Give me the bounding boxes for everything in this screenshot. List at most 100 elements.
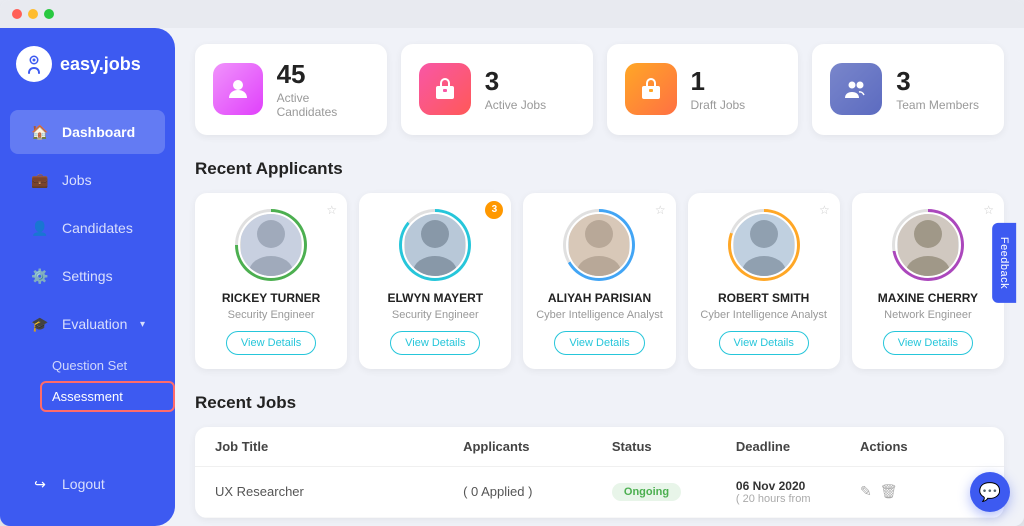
chevron-down-icon: ▾ — [140, 319, 145, 330]
applicant-card-4: ☆ Maxine Cherry Network Engineer View De… — [852, 193, 1004, 369]
avatar-2 — [566, 212, 632, 278]
view-details-button-1[interactable]: View Details — [390, 331, 480, 355]
delete-icon[interactable]: 🗑 — [880, 483, 898, 500]
app-wrapper: easy.jobs 🏠 Dashboard 💼 Jobs 👤 Candidate… — [0, 0, 1024, 526]
sidebar-item-dashboard[interactable]: 🏠 Dashboard — [10, 110, 165, 154]
applicant-name-2: Aliyah Parisian — [548, 291, 651, 305]
avatar-wrap-1 — [399, 209, 471, 281]
recent-applicants-title: Recent Applicants — [195, 159, 1004, 179]
stat-number-draft-jobs: 1 — [691, 67, 746, 96]
draft-jobs-icon — [625, 63, 677, 115]
stat-label-draft-jobs: Draft Jobs — [691, 98, 746, 112]
col-deadline: Deadline — [736, 439, 860, 454]
evaluation-icon: 🎓 — [30, 314, 50, 334]
avatar-wrap-2 — [563, 209, 635, 281]
star-icon-0: ☆ — [326, 203, 337, 217]
col-job-title: Job Title — [215, 439, 463, 454]
chat-icon: 💬 — [979, 482, 1001, 503]
col-actions: Actions — [860, 439, 984, 454]
avatar-1 — [402, 212, 468, 278]
sidebar-item-jobs[interactable]: 💼 Jobs — [10, 158, 165, 202]
col-status: Status — [612, 439, 736, 454]
avatar-wrap-0 — [235, 209, 307, 281]
minimize-dot[interactable] — [28, 9, 38, 19]
applicant-card-2: ☆ Aliyah Parisian Cyber Intelligence Ana… — [523, 193, 675, 369]
logo-text: easy.jobs — [60, 54, 141, 75]
table-header: Job Title Applicants Status Deadline Act… — [195, 427, 1004, 467]
applicant-role-2: Cyber Intelligence Analyst — [536, 309, 663, 321]
applicants-row: ☆ RICKEY TURNER Security Engineer View D… — [195, 193, 1004, 369]
sidebar: easy.jobs 🏠 Dashboard 💼 Jobs 👤 Candidate… — [0, 28, 175, 526]
sidebar-item-label: Settings — [62, 268, 113, 284]
applicant-name-0: RICKEY TURNER — [222, 291, 320, 305]
badge-1: 3 — [485, 201, 503, 219]
jobs-table: Job Title Applicants Status Deadline Act… — [195, 427, 1004, 518]
stat-number-team-members: 3 — [896, 67, 979, 96]
sidebar-item-candidates[interactable]: 👤 Candidates — [10, 206, 165, 250]
avatar-4 — [895, 212, 961, 278]
logo-icon — [16, 46, 52, 82]
view-details-button-2[interactable]: View Details — [554, 331, 644, 355]
stat-card-active-jobs: 3 Active Jobs — [401, 44, 593, 135]
stat-number-active-jobs: 3 — [485, 67, 546, 96]
logout-icon: ↪ — [30, 474, 50, 494]
sidebar-nav: 🏠 Dashboard 💼 Jobs 👤 Candidates ⚙️ Setti… — [0, 100, 175, 450]
jobs-icon: 💼 — [30, 170, 50, 190]
stat-label-active-candidates: Active Candidates — [277, 91, 369, 119]
stat-info-team-members: 3 Team Members — [896, 67, 979, 112]
stat-label-active-jobs: Active Jobs — [485, 98, 546, 112]
applicant-card-1: 3 Elwyn Mayert Security Engineer View De… — [359, 193, 511, 369]
status-badge: Ongoing — [612, 483, 681, 501]
stat-card-active-candidates: 45 Active Candidates — [195, 44, 387, 135]
view-details-button-3[interactable]: View Details — [719, 331, 809, 355]
table-row: UX Researcher ( 0 Applied ) Ongoing 06 N… — [195, 467, 1004, 518]
sidebar-item-question-set[interactable]: Question Set — [40, 350, 175, 381]
chat-fab[interactable]: 💬 — [970, 472, 1010, 512]
applicant-name-1: Elwyn Mayert — [388, 291, 484, 305]
applicant-role-3: Cyber Intelligence Analyst — [700, 309, 827, 321]
logout-button[interactable]: ↪ Logout — [10, 462, 165, 506]
stat-info-active-jobs: 3 Active Jobs — [485, 67, 546, 112]
logout-label: Logout — [62, 476, 105, 492]
home-icon: 🏠 — [30, 122, 50, 142]
stat-info-draft-jobs: 1 Draft Jobs — [691, 67, 746, 112]
stats-row: 45 Active Candidates 3 Active J — [195, 44, 1004, 135]
sidebar-item-evaluation[interactable]: 🎓 Evaluation ▾ — [10, 302, 165, 346]
sidebar-item-label: Candidates — [62, 220, 133, 236]
sidebar-item-label: Evaluation — [62, 316, 127, 332]
close-dot[interactable] — [12, 9, 22, 19]
avatar-3 — [731, 212, 797, 278]
star-icon-4: ☆ — [983, 203, 994, 217]
sidebar-bottom: ↪ Logout — [0, 450, 175, 526]
expand-dot[interactable] — [44, 9, 54, 19]
active-candidates-icon — [213, 63, 263, 115]
sidebar-item-assessment[interactable]: Assessment — [40, 381, 175, 412]
applicant-role-1: Security Engineer — [392, 309, 479, 321]
view-details-button-4[interactable]: View Details — [883, 331, 973, 355]
content-area: easy.jobs 🏠 Dashboard 💼 Jobs 👤 Candidate… — [0, 0, 1024, 526]
applicant-name-3: ROBERT SMITH — [718, 291, 809, 305]
candidates-icon: 👤 — [30, 218, 50, 238]
avatar-wrap-3 — [728, 209, 800, 281]
window-bar — [0, 0, 1024, 28]
feedback-tab[interactable]: Feedback — [992, 223, 1016, 303]
nav-sub-evaluation: Question Set Assessment — [0, 350, 175, 412]
stat-label-team-members: Team Members — [896, 98, 979, 112]
applicant-name-4: Maxine Cherry — [878, 291, 978, 305]
star-icon-3: ☆ — [819, 203, 830, 217]
star-icon-2: ☆ — [655, 203, 666, 217]
avatar-wrap-4 — [892, 209, 964, 281]
edit-icon[interactable]: ✎ — [860, 483, 872, 500]
cell-status: Ongoing — [612, 483, 736, 501]
settings-icon: ⚙️ — [30, 266, 50, 286]
applicant-card-0: ☆ RICKEY TURNER Security Engineer View D… — [195, 193, 347, 369]
applicant-card-3: ☆ ROBERT SMITH Cyber Intelligence Analys… — [688, 193, 840, 369]
sidebar-item-settings[interactable]: ⚙️ Settings — [10, 254, 165, 298]
cell-applicants: ( 0 Applied ) — [463, 484, 612, 499]
cell-actions: ✎ 🗑 — [860, 483, 984, 500]
applicant-role-0: Security Engineer — [228, 309, 315, 321]
view-details-button-0[interactable]: View Details — [226, 331, 316, 355]
stat-number-active-candidates: 45 — [277, 60, 369, 89]
main-content: 45 Active Candidates 3 Active J — [175, 28, 1024, 526]
logo: easy.jobs — [0, 28, 175, 100]
